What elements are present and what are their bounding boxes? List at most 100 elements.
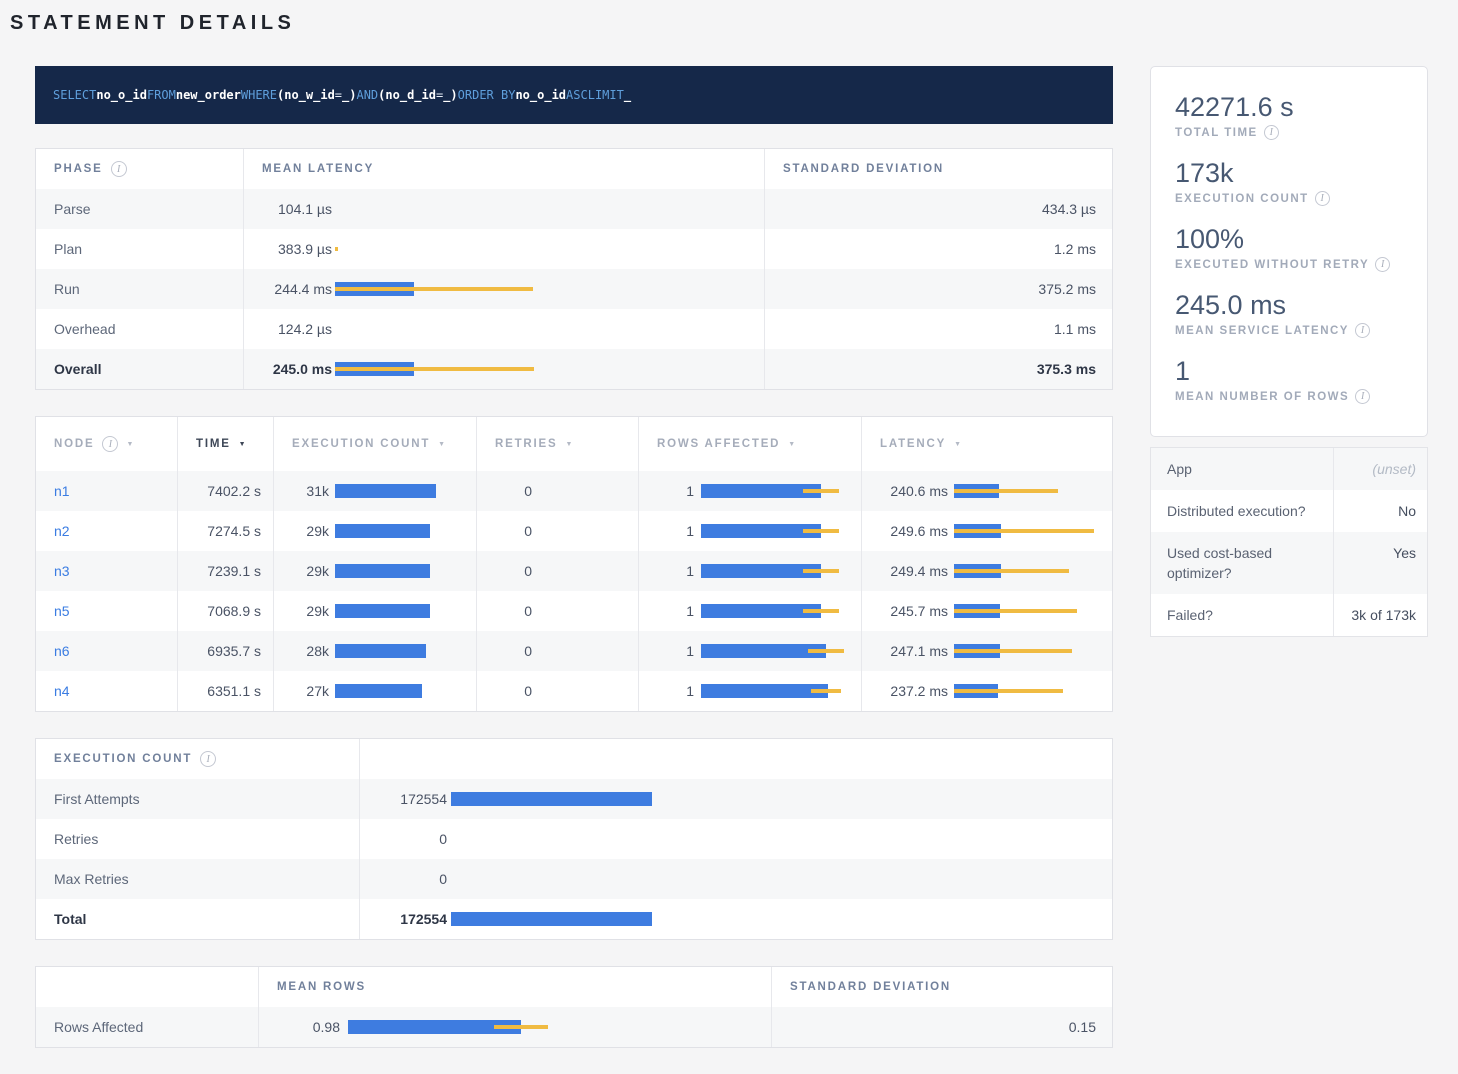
latency-value: 240.6 ms <box>862 483 948 499</box>
stddev-value: 1.1 ms <box>765 321 1114 337</box>
mean-bar <box>335 524 430 538</box>
mean-latency-cell: 245.0 ms <box>243 349 764 389</box>
column-header-rows-affected[interactable]: ROWS AFFECTED▼ <box>638 417 861 471</box>
stddev-value: 0.15 <box>772 1019 1114 1035</box>
bar-chart <box>335 604 458 618</box>
phase-label: Parse <box>36 201 91 217</box>
stddev-bar <box>954 489 1058 493</box>
count-cell: 0 <box>359 859 1114 899</box>
detail-value: (unset) <box>1333 448 1428 490</box>
node-link[interactable]: n5 <box>36 603 70 619</box>
column-header-mean-latency: MEAN LATENCY <box>243 149 764 189</box>
mean-latency-cell: 383.9 µs <box>243 229 764 269</box>
execution-count-value: 27k <box>274 683 329 699</box>
node-link[interactable]: n2 <box>36 523 70 539</box>
info-icon[interactable]: i <box>1375 257 1390 272</box>
mean-bar <box>335 564 430 578</box>
retries-cell: 0 <box>476 591 638 631</box>
bar-chart <box>701 684 845 698</box>
summary-card: 42271.6 sTOTAL TIMEi173kEXECUTION COUNTi… <box>1150 66 1428 437</box>
node-cell: n5 <box>36 591 177 631</box>
stat-value: 173k <box>1175 157 1403 189</box>
bar-chart <box>451 832 1096 846</box>
node-cell: n3 <box>36 551 177 591</box>
latency-value: 249.4 ms <box>862 563 948 579</box>
time-cell: 7274.5 s <box>177 511 273 551</box>
bar-chart <box>954 684 1106 698</box>
rows-affected-table: MEAN ROWSSTANDARD DEVIATION Rows Affecte… <box>35 966 1113 1048</box>
node-link[interactable]: n3 <box>36 563 70 579</box>
info-icon[interactable]: i <box>102 436 118 452</box>
stddev-value: 375.3 ms <box>765 361 1114 377</box>
info-icon[interactable]: i <box>200 751 216 767</box>
info-icon[interactable]: i <box>1264 125 1279 140</box>
time-cell: 6351.1 s <box>177 671 273 711</box>
row-label: Rows Affected <box>36 1019 143 1035</box>
column-header-label: NODE <box>54 438 94 450</box>
column-header-latency[interactable]: LATENCY▼ <box>861 417 1114 471</box>
execution-count-cell: 29k <box>273 591 476 631</box>
node-link[interactable]: n1 <box>36 483 70 499</box>
column-header-label: MEAN LATENCY <box>262 163 374 175</box>
mean-bar <box>335 484 436 498</box>
retries-value: 0 <box>477 523 532 539</box>
phase-table-body: Parse104.1 µs434.3 µsPlan383.9 µs1.2 msR… <box>36 189 1112 389</box>
table-row: Run244.4 ms375.2 ms <box>36 269 1112 309</box>
stddev-bar <box>954 529 1094 533</box>
mean-bar <box>451 792 652 806</box>
node-link[interactable]: n6 <box>36 643 70 659</box>
column-header-execution-count[interactable]: EXECUTION COUNT▼ <box>273 417 476 471</box>
stat-label-text: EXECUTION COUNT <box>1175 193 1309 205</box>
stat-value: 42271.6 s <box>1175 91 1403 123</box>
row-label: Max Retries <box>36 871 129 887</box>
summary-stat: 173k EXECUTION COUNT i <box>1175 157 1403 206</box>
time-value: 7402.2 s <box>207 483 261 499</box>
summary-stat: 1MEAN NUMBER OF ROWSi <box>1175 355 1403 404</box>
column-header-label: EXECUTION COUNT <box>54 753 192 765</box>
bar-chart <box>954 644 1106 658</box>
info-icon[interactable]: i <box>1315 191 1330 206</box>
column-header-retries[interactable]: RETRIES▼ <box>476 417 638 471</box>
info-icon[interactable]: i <box>1355 389 1370 404</box>
stddev-bar <box>954 649 1072 653</box>
table-row: Retries0 <box>36 819 1112 859</box>
latency-cell: 245.7 ms <box>861 591 1114 631</box>
stddev-bar <box>808 649 844 653</box>
phase-cell: Run <box>36 269 243 309</box>
stddev-bar <box>803 569 839 573</box>
stat-label: EXECUTION COUNT i <box>1175 191 1403 206</box>
sort-triangle-icon: ▼ <box>565 441 574 448</box>
table-row: Rows Affected0.980.15 <box>36 1007 1112 1047</box>
table-row: n37239.1 s29k01249.4 ms <box>36 551 1112 591</box>
info-icon[interactable]: i <box>1355 323 1370 338</box>
mean-bar <box>335 644 426 658</box>
detail-label: App <box>1151 448 1333 490</box>
info-icon[interactable]: i <box>111 161 127 177</box>
detail-row: App(unset) <box>1151 448 1427 490</box>
side-column: 42271.6 sTOTAL TIMEi173kEXECUTION COUNTi… <box>1150 66 1428 1074</box>
bar-chart <box>954 564 1106 578</box>
column-header-time[interactable]: TIME▼ <box>177 417 273 471</box>
execution-count-table: EXECUTION COUNTi First Attempts172554Ret… <box>35 738 1113 940</box>
execution-count-cell: 29k <box>273 511 476 551</box>
sql-token: ORDER BY <box>458 88 516 102</box>
column-header-phase: PHASEi <box>36 149 243 189</box>
retries-value: 0 <box>477 603 532 619</box>
node-stats-table: NODE i ▼ TIME▼EXECUTION COUNT▼RETRIES▼ROWS … <box>35 416 1113 712</box>
rows-affected-cell: 1 <box>638 671 861 711</box>
rows-affected-value: 1 <box>639 603 694 619</box>
column-header-label: TIME <box>196 438 231 450</box>
label-cell: Max Retries <box>36 859 359 899</box>
node-link[interactable]: n4 <box>36 683 70 699</box>
execution-count-value: 29k <box>274 563 329 579</box>
column-header-mean-rows: MEAN ROWS <box>258 967 771 1007</box>
column-header-label: MEAN ROWS <box>277 981 366 993</box>
rows-affected-cell: 1 <box>638 591 861 631</box>
execution-count-cell: 28k <box>273 631 476 671</box>
sql-token: (no_w_id <box>277 88 335 102</box>
main-column: SELECT no_o_id FROM new_order WHERE (no_… <box>35 66 1113 1074</box>
execution-count-value: 28k <box>274 643 329 659</box>
node-table-body: n17402.2 s31k01240.6 msn27274.5 s29k0124… <box>36 471 1112 711</box>
column-header-node[interactable]: NODEi▼ <box>36 417 177 471</box>
stddev-cell: 1.1 ms <box>764 309 1114 349</box>
